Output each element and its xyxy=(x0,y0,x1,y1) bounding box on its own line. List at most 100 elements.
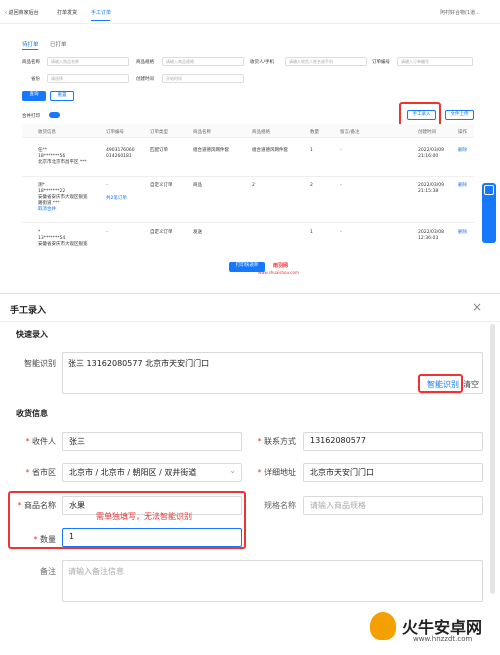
memo: - xyxy=(340,183,342,188)
toolbar-icon[interactable] xyxy=(484,185,494,195)
search-button[interactable]: 查询 xyxy=(22,91,46,101)
note-textarea[interactable]: 请输入备注信息 xyxy=(62,560,483,602)
create-time-picker[interactable]: 开始时间 xyxy=(162,74,244,83)
label-text: 商品名称 xyxy=(24,501,56,510)
col-header: 创建时间 xyxy=(418,130,436,135)
modal-title: 手工录入 xyxy=(10,306,47,316)
recv-addr: 安徽省安庆市大观区银宽 xyxy=(38,242,88,247)
quantity-label: * 数量 xyxy=(33,535,56,544)
col-header: 商品名称 xyxy=(193,130,211,135)
label-text: 联系方式 xyxy=(264,437,296,446)
region-value: 北京市 / 北京市 / 朝阳区 / 双井街道 xyxy=(69,468,197,477)
created-time: 2022/03/08 12:36:03 xyxy=(418,230,444,242)
section-receiver-info: 收货信息 xyxy=(16,409,48,418)
created-time: 2022/03/09 21:16:00 xyxy=(418,148,444,160)
col-header: 商品规格 xyxy=(252,130,270,135)
order-type: 自定义订单 xyxy=(150,230,173,235)
goods-spec-input[interactable]: 请输入商品规格 xyxy=(162,57,244,66)
phone-label: * 联系方式 xyxy=(257,437,296,446)
order-no: 4903176060 014260181 xyxy=(106,148,135,160)
recv-addr: 北京市北京市昌平区 *** xyxy=(38,160,87,165)
address-field[interactable]: 北京市天安门门口 xyxy=(303,463,483,482)
tab-printed[interactable]: 已打单 xyxy=(50,40,67,48)
filter-label: 省份 xyxy=(31,77,40,82)
delete-link[interactable]: 删除 xyxy=(458,148,467,154)
close-icon[interactable]: × xyxy=(472,300,482,314)
time-line: 12:36:03 xyxy=(418,236,439,241)
top-nav: ‹ 返回商家后台 打单发货 手工订单 阿村好合物(1道... xyxy=(0,0,500,24)
clear-button[interactable]: 清空 xyxy=(463,379,479,390)
table-row: 测* 18*******22 安徽省安庆市大观区银宽 路街道 *** 取消合并 xyxy=(38,183,88,213)
province-select[interactable]: 请选择 xyxy=(47,74,129,83)
annotation-text: 需单独填写，无法智能识别 xyxy=(96,512,192,521)
receiver-field[interactable]: 张三 xyxy=(62,432,242,451)
tab-pending[interactable]: 待打单 xyxy=(22,40,39,48)
region-label: * 省市区 xyxy=(25,468,56,477)
tab-underline xyxy=(22,49,38,50)
quantity-field[interactable]: 1 xyxy=(62,528,242,547)
back-link[interactable]: ‹ 返回商家后台 xyxy=(5,9,39,16)
nav-underline xyxy=(91,20,110,21)
row-divider xyxy=(22,222,474,223)
filter-label: 订单编号 xyxy=(372,60,390,65)
cancel-merge-link[interactable]: 取消合并 xyxy=(38,207,88,213)
time-line: 21:16:00 xyxy=(418,154,439,159)
row-divider xyxy=(22,176,474,177)
smart-text: 张三 13162080577 北京市天安门门口 xyxy=(68,359,210,368)
label-text: 详细地址 xyxy=(264,468,296,477)
filter-label: 商品规格 xyxy=(136,60,154,65)
goods-name: 商品 xyxy=(193,183,202,188)
col-header: 留言/备注 xyxy=(340,130,360,135)
delete-link[interactable]: 删除 xyxy=(458,230,467,236)
goods-name-input[interactable]: 请输入商品名称 xyxy=(47,57,129,66)
order-page: ‹ 返回商家后台 打单发货 手工订单 阿村好合物(1道... 待打单 已打单 商… xyxy=(0,0,500,280)
filter-label: 商品名称 xyxy=(22,60,40,65)
label-text: 收件人 xyxy=(32,437,56,446)
note-placeholder: 请输入备注信息 xyxy=(68,567,124,576)
phone-field[interactable]: 13162080577 xyxy=(303,432,483,451)
table-row: 任** 18*******56 北京市北京市昌平区 *** xyxy=(38,148,87,166)
merge-print-toggle[interactable] xyxy=(49,112,60,118)
col-header: 收货信息 xyxy=(38,130,56,135)
section-quick-entry: 快速录入 xyxy=(16,330,48,339)
watermark-title: 雨羽网 xyxy=(273,263,289,269)
order-no-input[interactable]: 请输入订单编号 xyxy=(397,57,473,66)
reset-button[interactable]: 重置 xyxy=(50,91,74,101)
region-select[interactable]: 北京市 / 北京市 / 朝阳区 / 双井街道 ⌄ xyxy=(62,463,242,482)
scrollbar[interactable] xyxy=(490,324,495,594)
col-header: 订单类型 xyxy=(150,130,168,135)
label-text: 数量 xyxy=(40,535,56,544)
receiver-input[interactable]: 请输入收货人姓名或手机 xyxy=(285,57,367,66)
table-row: * 13*******54 安徽省安庆市大观区银宽 xyxy=(38,230,88,248)
order-no: - xyxy=(106,183,108,188)
manual-entry-button[interactable]: 手工录入 xyxy=(407,110,436,120)
quantity: 1 xyxy=(310,148,313,153)
smart-label: 智能识别 xyxy=(24,359,56,368)
label-text: 省市区 xyxy=(32,468,56,477)
nav-item-manual-order[interactable]: 手工订单 xyxy=(91,9,111,16)
table-header xyxy=(22,124,474,138)
order-type: 匹配订单 xyxy=(150,148,168,153)
spec-label: 规格名称 xyxy=(264,501,296,510)
created-time: 2022/03/09 21:15:38 xyxy=(418,183,444,195)
brand-logo xyxy=(370,612,396,640)
filter-label: 收货人/手机 xyxy=(250,60,275,65)
filter-label: 创建时间 xyxy=(136,77,154,82)
col-header: 数量 xyxy=(310,130,319,135)
nav-item-shipping[interactable]: 打单发货 xyxy=(57,9,77,16)
order-no-line: 014260181 xyxy=(106,154,132,159)
spec-field[interactable]: 请输入商品规格 xyxy=(303,496,483,515)
time-line: 21:15:38 xyxy=(418,189,439,194)
goods-name: 组合道德风网件套 xyxy=(193,148,229,153)
goods-label: * 商品名称 xyxy=(17,501,56,510)
delete-link[interactable]: 删除 xyxy=(458,183,467,189)
merged-orders-link[interactable]: 共2笔订单 xyxy=(106,196,127,202)
smart-recognize-button[interactable]: 智能识别 xyxy=(427,379,459,390)
memo: - xyxy=(340,230,342,235)
file-upload-button[interactable]: 文件上传 xyxy=(445,110,474,120)
col-header: 订单编号 xyxy=(106,130,124,135)
merge-print-label: 合并打印 xyxy=(22,114,40,119)
shop-switcher[interactable]: 阿村好合物(1道... xyxy=(440,9,480,16)
goods-spec: 2 xyxy=(252,183,255,188)
modal-divider xyxy=(0,321,500,322)
